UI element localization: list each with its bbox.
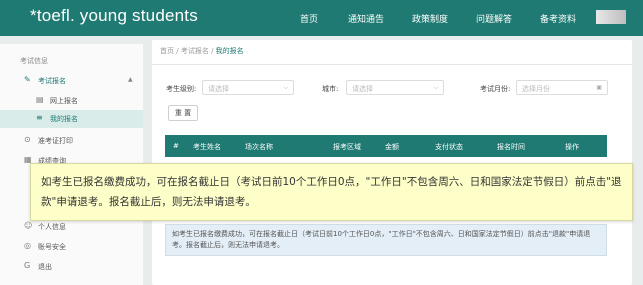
chevron-up-icon: ▲	[128, 76, 133, 83]
column-header-payment-status: 支付状态	[435, 143, 463, 151]
nav-home[interactable]: 首页	[300, 12, 318, 25]
user-icon: ☺	[24, 221, 33, 230]
sidebar-item-online-registration[interactable]: ▤ 网上报名	[0, 92, 143, 110]
document-icon: ▤	[36, 95, 44, 104]
calendar-icon: ▣	[596, 84, 602, 91]
column-header-index: #	[173, 142, 179, 150]
nav-notices[interactable]: 通知通告	[348, 12, 384, 25]
nav-study-materials[interactable]: 备考资料	[540, 12, 576, 25]
column-header-registration-time: 报名时间	[497, 143, 525, 151]
breadcrumb-current: 我的报名	[215, 47, 244, 55]
level-filter-label: 考生级别:	[166, 85, 197, 93]
sidebar-item-admission-ticket[interactable]: ⊙ 准考证打印	[0, 132, 143, 150]
breadcrumb-separator: /	[176, 47, 179, 55]
user-avatar[interactable]	[596, 10, 626, 24]
top-navigation-bar: *toefl. young students 首页 通知通告 政策制度 问题解答…	[0, 0, 643, 36]
month-picker-placeholder: 选择月份	[522, 85, 550, 93]
city-select[interactable]: 请选择 ⌵	[346, 80, 444, 95]
sidebar-item-label: 准考证打印	[38, 137, 73, 145]
breadcrumb-home[interactable]: 首页	[160, 47, 174, 55]
month-picker[interactable]: 选择月份 ▣	[516, 80, 608, 95]
breadcrumb: 首页 / 考试报名 / 我的报名	[160, 46, 244, 56]
sidebar-item-label: 网上报名	[50, 97, 78, 105]
breadcrumb-separator: /	[211, 47, 214, 55]
refund-notice: 如考生已报名缴费成功，可在报名截止日（考试日前10个工作日0点，"工作日"不包含…	[165, 224, 607, 256]
divider	[152, 64, 632, 65]
chevron-down-icon: ⌵	[433, 84, 438, 91]
sidebar-item-my-registrations[interactable]: ≡ 我的报名	[0, 110, 143, 128]
month-filter-label: 考试月份:	[480, 85, 511, 93]
logout-icon: G	[24, 261, 31, 270]
site-logo[interactable]: *toefl. young students	[30, 6, 198, 26]
nav-policies[interactable]: 政策制度	[412, 12, 448, 25]
sidebar-item-label: 账号安全	[38, 243, 66, 251]
column-header-amount: 金额	[385, 143, 399, 151]
shield-icon: ◎	[24, 241, 31, 250]
city-select-placeholder: 请选择	[352, 85, 373, 93]
column-header-region: 报考区域	[333, 143, 361, 151]
list-icon: ≡	[36, 113, 43, 122]
column-header-session: 场次名称	[245, 143, 273, 151]
sidebar-item-account-security[interactable]: ◎ 账号安全	[0, 238, 143, 256]
print-icon: ⊙	[24, 135, 31, 144]
breadcrumb-exam-registration[interactable]: 考试报名	[181, 47, 209, 55]
level-select-placeholder: 请选择	[208, 85, 229, 93]
refund-notice-callout: 如考生已报名缴费成功，可在报名截止日（考试日前10个工作日0点，"工作日"不包含…	[30, 163, 633, 221]
sidebar-item-exam-registration[interactable]: ✎ 考试报名 ▲	[0, 72, 143, 90]
edit-icon: ✎	[24, 75, 31, 84]
nav-faq[interactable]: 问题解答	[476, 12, 512, 25]
table-header: # 考生姓名 场次名称 报考区域 金额 支付状态 报名时间 操作	[165, 135, 607, 157]
column-header-actions: 操作	[565, 143, 579, 151]
level-select[interactable]: 请选择 ⌵	[202, 80, 294, 95]
sidebar-heading: 考试信息	[20, 57, 48, 65]
chevron-down-icon: ⌵	[283, 84, 288, 91]
sidebar-item-label: 考试报名	[38, 77, 66, 85]
column-header-name: 考生姓名	[193, 143, 221, 151]
sidebar-item-label: 退出	[38, 263, 52, 271]
city-filter-label: 城市:	[322, 85, 339, 93]
sidebar-item-label: 我的报名	[50, 115, 78, 123]
reset-button[interactable]: 重 置	[168, 105, 198, 121]
sidebar-item-label: 个人信息	[38, 223, 66, 231]
sidebar-item-logout[interactable]: G 退出	[0, 258, 143, 276]
